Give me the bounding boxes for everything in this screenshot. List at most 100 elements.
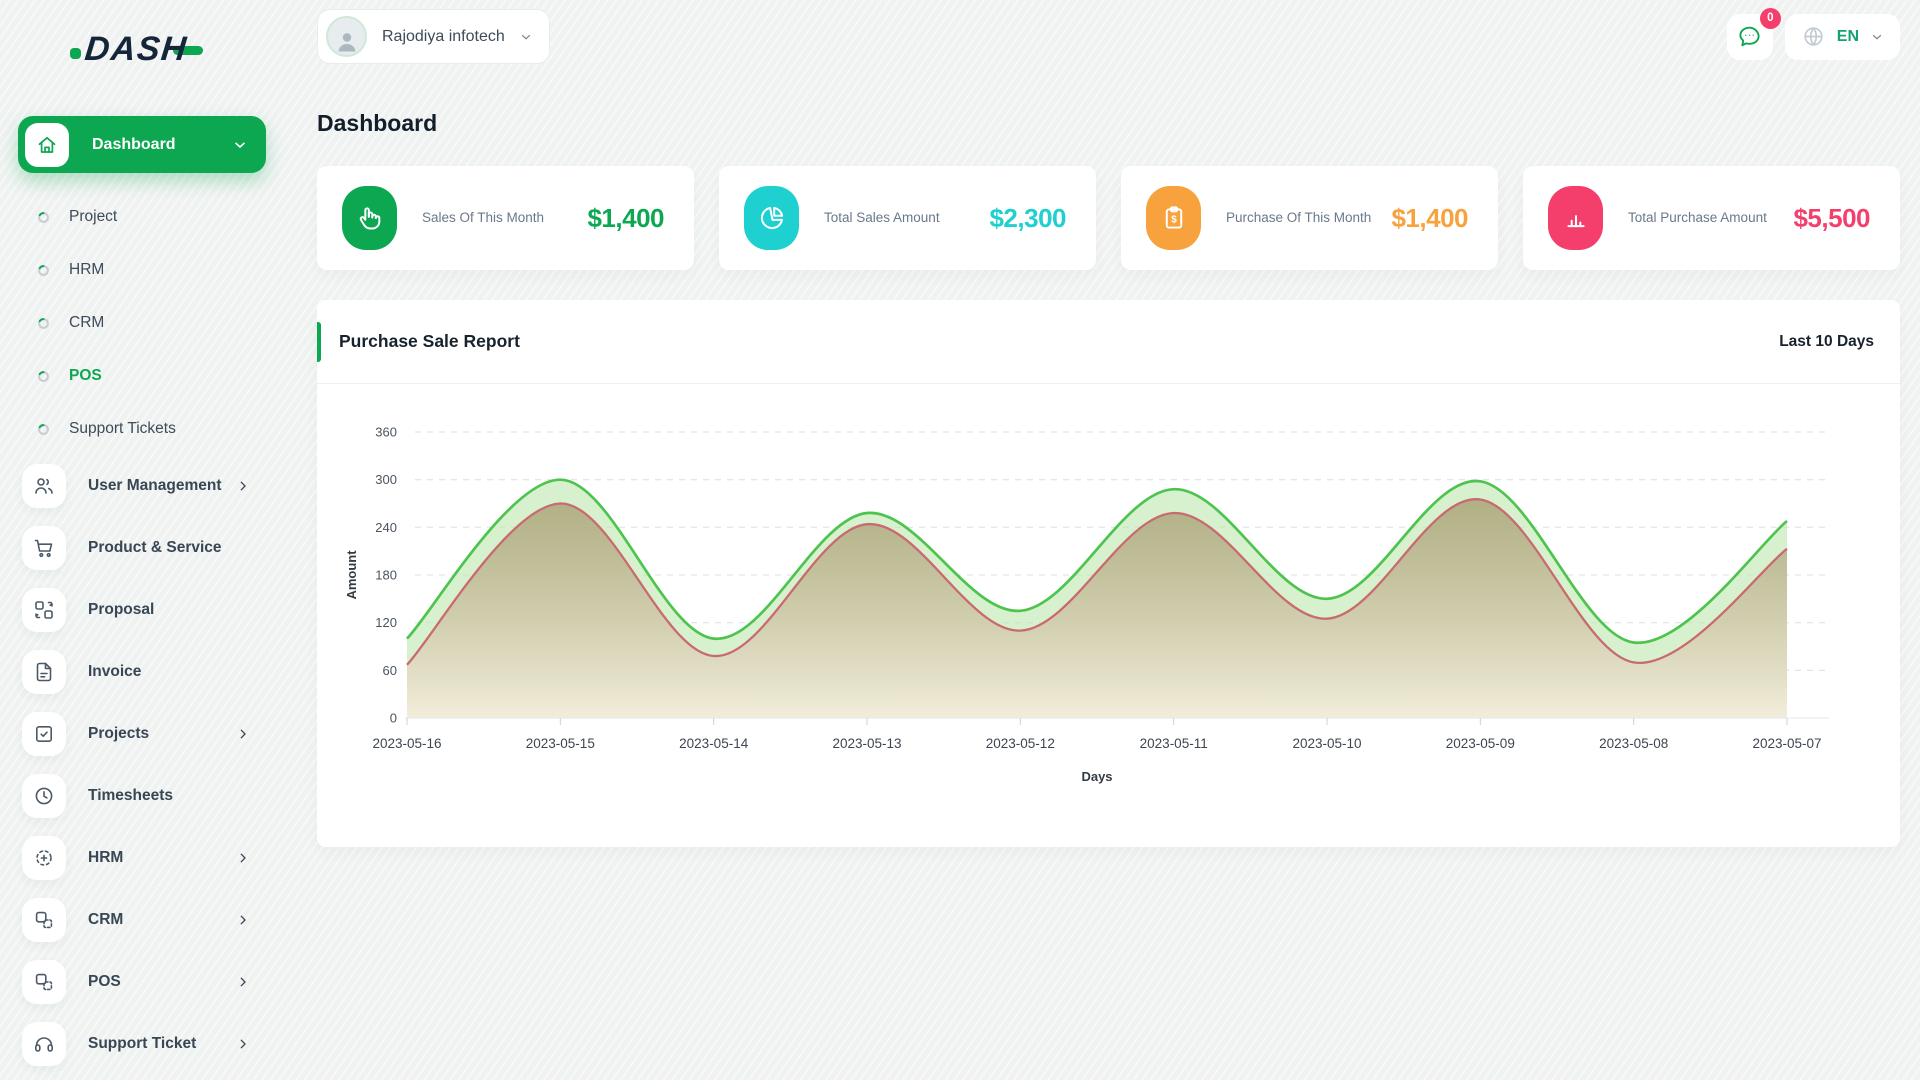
svg-text:Days: Days <box>1081 769 1112 784</box>
stat-card-label: Total Purchase Amount <box>1628 209 1793 227</box>
sidebar-item-user-management[interactable]: User Management <box>0 464 280 508</box>
sidebar-subitem-hrm[interactable]: HRM <box>0 250 280 290</box>
sidebar-subitem-label: HRM <box>69 261 104 279</box>
chevron-right-icon <box>236 479 250 493</box>
workspace-avatar <box>326 16 367 57</box>
sidebar-item-label: POS <box>88 973 236 991</box>
sidebar-item-hrm[interactable]: HRM <box>0 836 280 880</box>
messages-count-badge: 0 <box>1760 8 1781 29</box>
sidebar-item-dashboard[interactable]: Dashboard <box>18 116 266 173</box>
stat-card-total-sales-amount[interactable]: Total Sales Amount$2,300 <box>719 166 1096 270</box>
logo-dot-icon <box>70 48 81 59</box>
svg-text:2023-05-15: 2023-05-15 <box>526 736 595 751</box>
globe-icon <box>1801 24 1826 49</box>
chevron-down-icon <box>519 30 533 44</box>
stat-card-sales-of-this-month[interactable]: Sales Of This Month$1,400 <box>317 166 694 270</box>
svg-text:0: 0 <box>390 711 397 726</box>
check-square-icon <box>22 712 66 756</box>
boxes-icon <box>22 898 66 942</box>
topbar: Rajodiya infotech 0 <box>317 9 1900 64</box>
sidebar-item-label: Projects <box>88 725 236 743</box>
stat-card-value: $2,300 <box>989 203 1066 234</box>
stat-card-value: $1,400 <box>587 203 664 234</box>
sidebar-item-product-service[interactable]: Product & Service <box>0 526 280 570</box>
svg-text:2023-05-14: 2023-05-14 <box>679 736 749 751</box>
sidebar-item-label: Proposal <box>88 601 280 619</box>
stat-card-purchase-of-this-month[interactable]: $Purchase Of This Month$1,400 <box>1121 166 1498 270</box>
sidebar: DASH Dashboard Project HRM CRM POS Support T… <box>0 0 280 1080</box>
stat-card-total-purchase-amount[interactable]: Total Purchase Amount$5,500 <box>1523 166 1900 270</box>
sidebar-item-pos[interactable]: POS <box>0 960 280 1004</box>
sidebar-main-menu: User Management Product & Service Proposal… <box>0 464 280 1080</box>
sidebar-subitem-project[interactable]: Project <box>0 197 280 237</box>
logo-text: DASH <box>83 30 189 69</box>
svg-text:2023-05-16: 2023-05-16 <box>372 736 441 751</box>
sidebar-subitem-label: Support Tickets <box>69 420 176 438</box>
workspace-selector[interactable]: Rajodiya infotech <box>317 9 550 64</box>
svg-text:2023-05-13: 2023-05-13 <box>832 736 901 751</box>
sidebar-item-support-ticket[interactable]: Support Ticket <box>0 1022 280 1066</box>
chevron-right-icon <box>236 975 250 989</box>
chevron-right-icon <box>236 851 250 865</box>
svg-text:2023-05-12: 2023-05-12 <box>986 736 1055 751</box>
ring-bullet-icon <box>37 370 50 383</box>
pie-chart-icon <box>744 186 799 250</box>
home-icon <box>25 123 69 167</box>
svg-text:360: 360 <box>375 425 397 440</box>
app-logo[interactable]: DASH <box>70 28 280 70</box>
sidebar-item-label: Timesheets <box>88 787 280 805</box>
stat-card-label: Sales Of This Month <box>422 209 587 227</box>
chart-canvas: 0601201802403003602023-05-162023-05-1520… <box>339 416 1869 801</box>
topbar-actions: 0 EN <box>1727 14 1900 60</box>
sidebar-subitem-pos[interactable]: POS <box>0 356 280 396</box>
chevron-right-icon <box>236 913 250 927</box>
svg-text:60: 60 <box>383 663 397 678</box>
sidebar-item-label: CRM <box>88 911 236 929</box>
page-title: Dashboard <box>317 110 1900 137</box>
ring-bullet-icon <box>37 211 50 224</box>
panel-range-label: Last 10 Days <box>1779 333 1874 351</box>
svg-text:Amount: Amount <box>344 550 359 600</box>
panel-title: Purchase Sale Report <box>339 331 520 352</box>
sidebar-subitem-label: POS <box>69 367 102 385</box>
proposal-icon <box>22 588 66 632</box>
sidebar-item-label: Support Ticket <box>88 1035 236 1053</box>
chat-bubble-icon <box>1736 23 1763 50</box>
sidebar-item-projects[interactable]: Projects <box>0 712 280 756</box>
sidebar-item-crm[interactable]: CRM <box>0 898 280 942</box>
sidebar-item-label: Dashboard <box>92 136 232 154</box>
stat-cards-row: Sales Of This Month$1,400Total Sales Amo… <box>317 166 1900 270</box>
sidebar-item-timesheets[interactable]: Timesheets <box>0 774 280 818</box>
ring-bullet-icon <box>37 317 50 330</box>
language-selector[interactable]: EN <box>1785 14 1900 60</box>
users-icon <box>22 464 66 508</box>
sidebar-item-invoice[interactable]: Invoice <box>0 650 280 694</box>
cart-icon <box>22 526 66 570</box>
stat-card-label: Total Sales Amount <box>824 209 989 227</box>
svg-text:2023-05-11: 2023-05-11 <box>1140 736 1208 751</box>
sidebar-item-label: Product & Service <box>88 539 280 557</box>
panel-header: Purchase Sale Report Last 10 Days <box>317 300 1900 384</box>
sidebar-item-label: User Management <box>88 477 236 495</box>
sidebar-subitem-label: CRM <box>69 314 104 332</box>
clock-icon <box>22 774 66 818</box>
sidebar-subitem-support-tickets[interactable]: Support Tickets <box>0 409 280 449</box>
sidebar-item-proposal[interactable]: Proposal <box>0 588 280 632</box>
messages-button[interactable]: 0 <box>1727 14 1773 60</box>
svg-text:2023-05-08: 2023-05-08 <box>1599 736 1668 751</box>
stat-card-value: $1,400 <box>1391 203 1468 234</box>
sidebar-subitem-crm[interactable]: CRM <box>0 303 280 343</box>
stat-card-value: $5,500 <box>1793 203 1870 234</box>
svg-text:120: 120 <box>375 615 397 630</box>
svg-text:2023-05-09: 2023-05-09 <box>1446 736 1515 751</box>
hand-click-icon <box>342 186 397 250</box>
language-code: EN <box>1837 28 1859 46</box>
svg-text:180: 180 <box>375 568 397 583</box>
chevron-right-icon <box>236 1037 250 1051</box>
panel-accent-bar <box>317 322 321 362</box>
dashed-circle-icon <box>22 836 66 880</box>
svg-text:2023-05-07: 2023-05-07 <box>1752 736 1821 751</box>
stat-card-label: Purchase Of This Month <box>1226 209 1391 227</box>
sidebar-sub-menu: Project HRM CRM POS Support Tickets <box>0 197 280 449</box>
svg-text:240: 240 <box>375 520 397 535</box>
